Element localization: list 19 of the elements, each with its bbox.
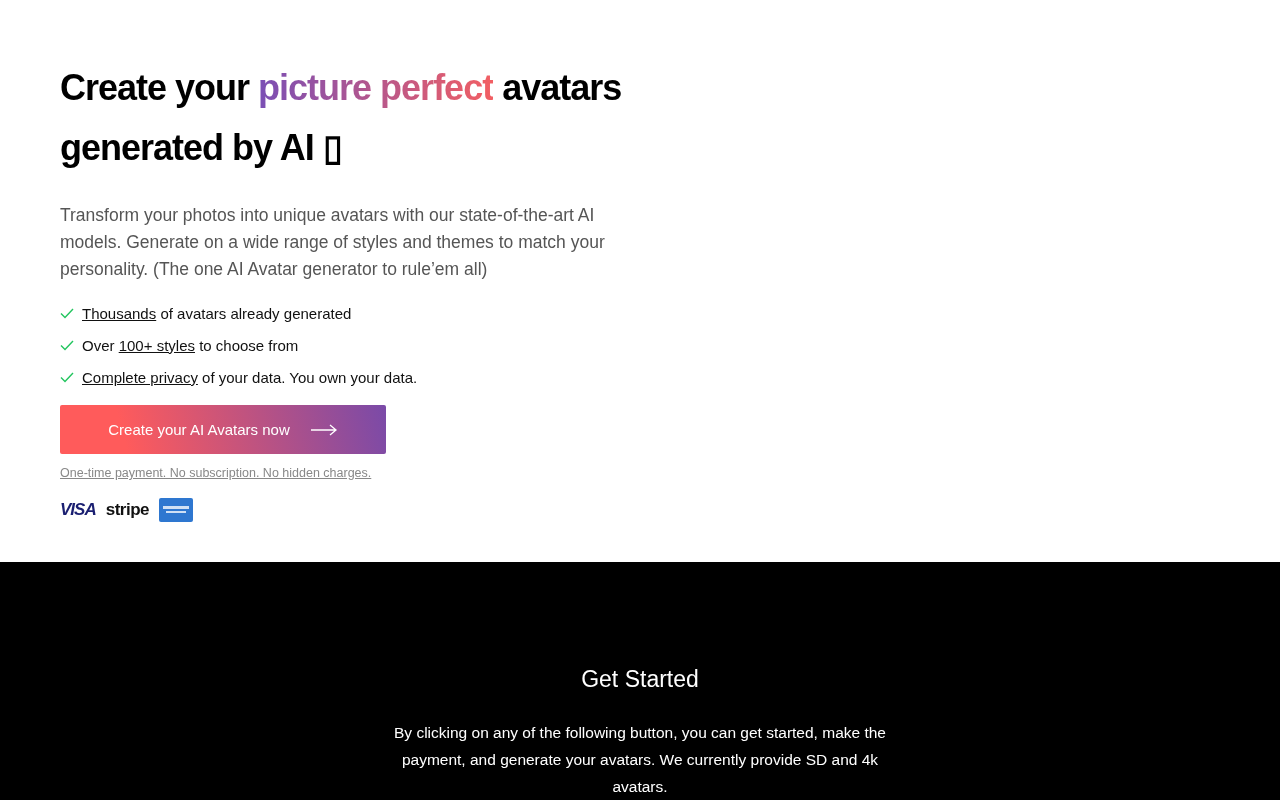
section-text: By clicking on any of the following button, you can get started, make the payment, and generate your avatars. We currently provide SD and 4k avatars. (393, 723, 887, 797)
feature-link[interactable]: 100+ styles (118, 336, 195, 354)
feature-text: Over 100+ styles to choose from (82, 336, 299, 354)
create-avatars-button[interactable]: Create your AI Avatars now (60, 405, 386, 454)
feature-text: Thousands of avatars already generated (82, 304, 352, 322)
feature-text: Complete privacy of your data. You own your data. (82, 368, 418, 386)
hero-heading: Create your picture perfect avatars generated by AI ▯ (60, 66, 623, 170)
stripe-logo: stripe (105, 500, 149, 520)
card-icon (159, 498, 193, 522)
section-title: Get Started (580, 666, 700, 693)
check-icon (60, 339, 74, 351)
visa-logo: VISA (60, 500, 96, 520)
arrow-icon (309, 423, 338, 436)
feature-link[interactable]: Thousands (82, 304, 157, 322)
check-icon (60, 307, 74, 319)
payment-note-link[interactable]: One-time payment. No subscription. No hidden charges. (60, 466, 1220, 480)
check-icon (60, 371, 74, 383)
hero-description: Transform your photos into unique avatars with our state-of-the-art AI models. Generate on a wide range of styles and themes to match your personality. (The one AI Avatar generator to rule’em all) (60, 204, 606, 281)
feature-link[interactable]: Complete privacy (82, 368, 198, 386)
